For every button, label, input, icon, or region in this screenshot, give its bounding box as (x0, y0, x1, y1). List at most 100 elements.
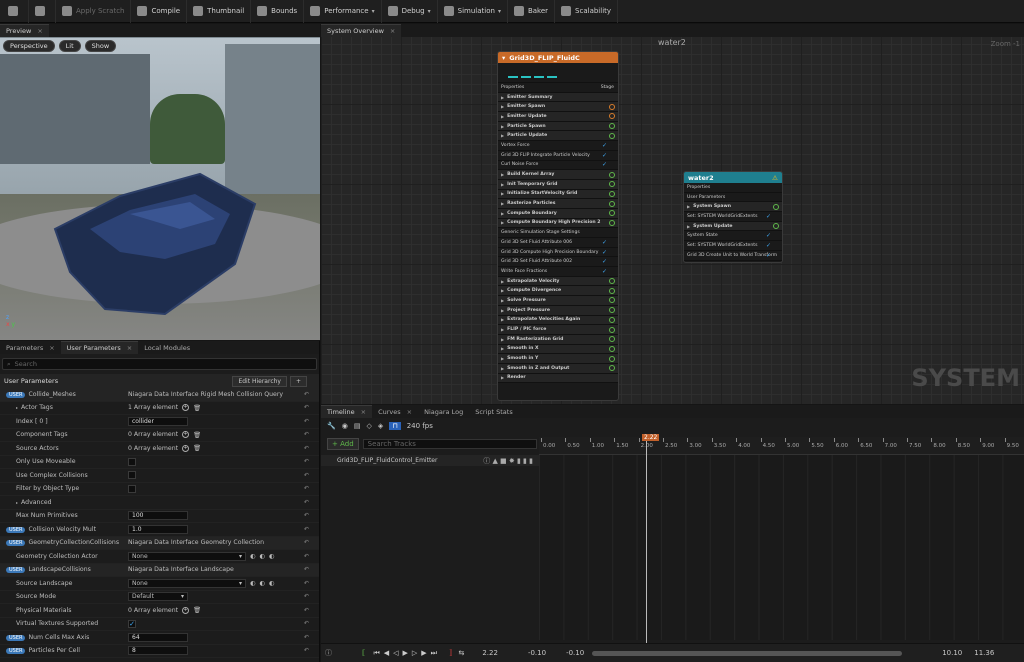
track-row[interactable]: Grid3D_FLIP_FluidControl_Emitter ⓘ ▲ ■ ✸… (321, 455, 539, 466)
stack-row[interactable]: ▶ Initialize StartVelocity Grid (498, 189, 618, 200)
expand-arrow-icon[interactable]: ▶ (687, 224, 690, 229)
stack-row[interactable]: ▶ Smooth in Y (498, 354, 618, 364)
param-checkbox[interactable] (128, 484, 136, 493)
reset-arrow-icon[interactable]: ↶ (304, 499, 309, 506)
stack-row[interactable]: ▶ Rasterize Particles (498, 199, 618, 209)
toolbar-item-5[interactable]: Bounds (251, 0, 305, 23)
expand-arrow-icon[interactable]: ▶ (501, 133, 504, 138)
trash-icon[interactable]: 🗑 (193, 431, 201, 439)
param-row[interactable]: Virtual Textures Supported ✓ ↶ (0, 618, 319, 631)
reset-icon[interactable]: ◐ (250, 553, 255, 560)
param-row[interactable]: Use Complex Collisions ↶ (0, 469, 319, 483)
emitter-node[interactable]: ▾ Grid3D_FLIP_FluidC Properties Stage ▶ Emi… (497, 51, 619, 401)
close-icon[interactable]: × (49, 344, 54, 352)
expand-arrow-icon[interactable]: ▶ (501, 346, 504, 351)
expand-arrow-icon[interactable]: ▶ (501, 114, 504, 119)
param-row[interactable]: Geometry Collection Actor None ▾ ◐ ◐ ◐ ↶ (0, 550, 319, 564)
stack-row[interactable]: ▶ Compute Boundary (498, 208, 618, 219)
stack-row[interactable]: Grid 3D FLIP Integrate Particle Velocity… (498, 151, 618, 161)
chevron-down-icon[interactable]: ▾ (498, 8, 501, 15)
trash-icon[interactable]: 🗑 (193, 606, 201, 614)
add-element-icon[interactable]: + (182, 431, 190, 439)
track-area[interactable] (539, 455, 1024, 640)
magnet-icon[interactable]: ⊓ (389, 422, 401, 430)
stack-row[interactable]: Curl Noise Force ✓ (498, 161, 618, 171)
toolbar-item-10[interactable]: Scalability (555, 0, 619, 23)
wrench-icon[interactable]: 🔧 (327, 422, 336, 430)
toolbar-item-0[interactable] (2, 0, 29, 23)
stack-row[interactable]: Vortex Force ✓ (498, 141, 618, 151)
param-value-input[interactable]: 64 (128, 632, 188, 642)
stack-row[interactable]: Set: SYSTEM WorldGridExtents ✓ (684, 241, 782, 251)
stack-row[interactable]: User Parameters (684, 193, 782, 203)
tab-timeline[interactable]: Timeline × (321, 405, 373, 418)
param-checkbox-checked[interactable]: ✓ (128, 619, 136, 628)
lit-button[interactable]: Lit (58, 40, 81, 52)
param-row[interactable]: USER Collide_Meshes Niagara Data Interface… (0, 388, 319, 402)
enabled-check-icon[interactable]: ✓ (602, 249, 607, 256)
stack-row[interactable]: Grid 3D Create Unit to World Transform ✓ (684, 251, 782, 261)
reset-arrow-icon[interactable]: ↶ (304, 539, 309, 546)
stack-row[interactable]: Grid 3D Set Fluid Attribute 002 ✓ (498, 257, 618, 268)
browse-icon[interactable]: ◐ (259, 553, 264, 560)
enabled-check-icon[interactable]: ✓ (766, 252, 771, 259)
reset-icon[interactable]: ◐ (250, 580, 255, 587)
expand-arrow-icon[interactable]: ▶ (501, 124, 504, 129)
eyedropper-icon[interactable]: ◐ (269, 553, 274, 560)
param-row[interactable]: Max Num Primitives 100 ↶ (0, 510, 319, 523)
expand-arrow-icon[interactable]: ▶ (501, 95, 504, 100)
expand-arrow-icon[interactable]: ▸ (16, 500, 18, 505)
expand-arrow-icon[interactable]: ▶ (501, 279, 504, 284)
enabled-check-icon[interactable]: ✓ (602, 142, 607, 149)
snap-icon[interactable]: ◈ (378, 422, 383, 430)
stack-row[interactable]: ▶ Emitter Summary (498, 92, 618, 103)
reset-arrow-icon[interactable]: ↶ (304, 404, 309, 411)
tab-system-overview[interactable]: System Overview × (321, 24, 402, 37)
stack-row[interactable]: ▶ Render (498, 373, 618, 384)
param-row[interactable]: Source Landscape None ▾ ◐ ◐ ◐ ↶ (0, 577, 319, 591)
stack-row[interactable]: ▶ Project Pressure (498, 305, 618, 316)
add-track-button[interactable]: + Add (327, 438, 359, 450)
system-overview-graph[interactable]: System Overview × water2 Zoom -1 SYSTEM ▾… (321, 24, 1024, 404)
eye-icon[interactable]: ◉ (342, 422, 348, 430)
tab-script-stats[interactable]: Script Stats (469, 405, 519, 418)
chevron-down-icon[interactable]: ▾ (428, 8, 431, 15)
param-row[interactable]: ▸ Advanced ↶ (0, 496, 319, 510)
close-icon[interactable]: × (361, 408, 366, 416)
toolbar-item-3[interactable]: Compile (131, 0, 188, 23)
enabled-check-icon[interactable]: ✓ (602, 268, 607, 275)
expand-arrow-icon[interactable]: ▶ (501, 201, 504, 206)
toolbar-item-7[interactable]: Debug ▾ (382, 0, 438, 23)
add-element-icon[interactable]: + (182, 404, 190, 412)
range-scrollbar[interactable] (592, 650, 903, 656)
param-dropdown[interactable]: None ▾ (128, 551, 246, 561)
time-ruler[interactable]: 0.000.501.001.502.002.503.003.504.004.50… (539, 437, 1024, 455)
toolbar-item-9[interactable]: Baker (508, 0, 556, 23)
add-parameter-button[interactable]: + (289, 375, 307, 387)
preview-viewport[interactable]: Preview × Perspective Lit Show zx y (0, 24, 320, 340)
reset-arrow-icon[interactable]: ↶ (304, 620, 309, 627)
stack-row[interactable]: ▶ Extrapolate Velocities Again (498, 315, 618, 326)
browse-icon[interactable]: ◐ (259, 580, 264, 587)
param-checkbox[interactable] (128, 471, 136, 480)
system-node-header[interactable]: water2 ⚠ (684, 172, 782, 183)
param-row[interactable]: USER Particles Per Cell 8 ↶ (0, 645, 319, 658)
reset-arrow-icon[interactable]: ↶ (304, 418, 309, 425)
search-tracks-input[interactable]: Search Tracks (362, 439, 537, 449)
expand-arrow-icon[interactable]: ▶ (501, 211, 504, 216)
add-element-icon[interactable]: + (182, 444, 190, 452)
stack-row[interactable]: ▶ Particle Spawn (498, 121, 618, 132)
stack-row[interactable]: Set: SYSTEM WorldGridExtents ✓ (684, 212, 782, 222)
expand-arrow-icon[interactable]: ▶ (501, 172, 504, 177)
stack-row[interactable]: Properties (684, 183, 782, 193)
param-value-input[interactable]: 100 (128, 511, 188, 521)
expand-arrow-icon[interactable]: ▶ (501, 182, 504, 187)
stack-row[interactable]: ▶ Init Temporary Grid (498, 179, 618, 190)
stack-row[interactable]: ▶ System Spawn (684, 202, 782, 213)
param-row[interactable]: USER GeometryCollectionCollisions Niagara … (0, 536, 319, 550)
emitter-node-header[interactable]: ▾ Grid3D_FLIP_FluidC (498, 52, 618, 63)
reset-arrow-icon[interactable]: ↶ (304, 647, 309, 654)
stack-row[interactable]: ▶ Compute Boundary High Precision 2 (498, 218, 618, 229)
stack-row[interactable]: ▶ Smooth in Z and Output (498, 363, 618, 374)
stack-row[interactable]: ▶ Particle Update (498, 131, 618, 142)
